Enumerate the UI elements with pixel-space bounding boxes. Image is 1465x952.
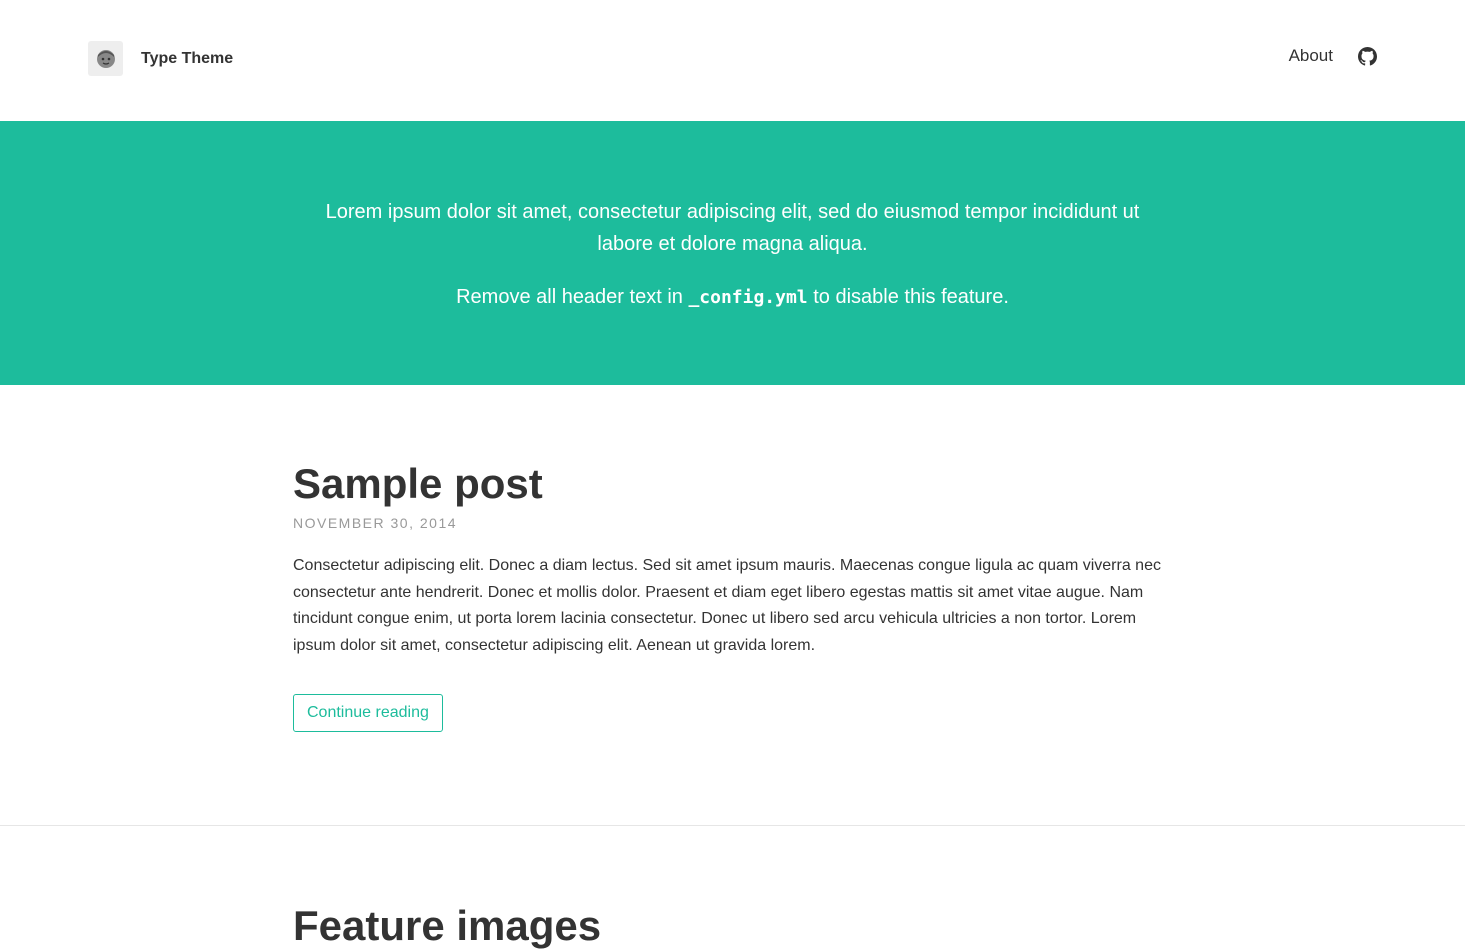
nav-about-link[interactable]: About [1289,46,1333,66]
post-date: NOVEMBER 30, 2014 [293,515,458,531]
post-title-link[interactable]: Sample post [293,458,1173,510]
intro-config-note: Remove all header text in _config.yml to… [313,281,1153,314]
post-preview: Feature images [293,900,1173,952]
post-excerpt: Consectetur adipiscing elit. Donec a dia… [293,557,1161,654]
intro-config-note-before: Remove all header text in [456,286,689,308]
intro-config-note-after: to disable this feature. [807,286,1009,308]
post-title-link[interactable]: Feature images [293,900,1173,952]
site-title: Type Theme [141,49,234,67]
post-preview: Sample post NOVEMBER 30, 2014 Consectetu… [293,458,1173,732]
intro-text: Lorem ipsum dolor sit amet, consectetur … [325,201,1140,255]
continue-reading-button[interactable]: Continue reading [293,694,443,732]
post-divider [0,825,1465,826]
intro-banner-content: Lorem ipsum dolor sit amet, consectetur … [313,121,1153,314]
site-brand-link[interactable]: Type Theme [88,41,233,76]
intro-banner: Lorem ipsum dolor sit amet, consectetur … [0,121,1465,385]
avatar-face-icon [88,41,123,76]
config-filename: _config.yml [688,287,808,308]
main-nav: About [1289,46,1377,66]
site-header: Type Theme About [0,0,1465,121]
github-icon[interactable] [1357,46,1377,66]
